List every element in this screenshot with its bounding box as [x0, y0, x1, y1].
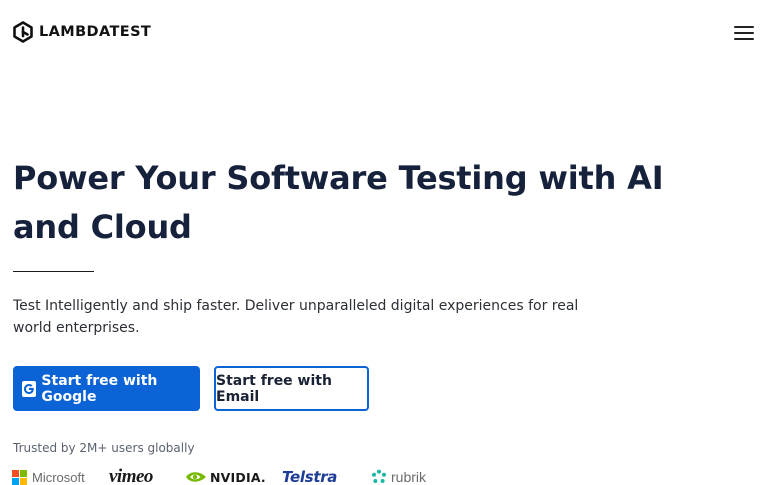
- headline-divider: [13, 271, 94, 272]
- brand-name: LAMBDATEST: [39, 24, 152, 40]
- telstra-logo: Telstra: [282, 468, 338, 485]
- google-button-label: Start free with Google: [41, 372, 158, 405]
- site-header: LAMBDATEST: [0, 0, 768, 64]
- lambdatest-logo-icon: [13, 21, 33, 43]
- lambdatest-logo[interactable]: LAMBDATEST: [12, 21, 151, 43]
- vimeo-logo: vimeo: [109, 466, 153, 485]
- hero-headline: Power Your Software Testing with AI and …: [13, 159, 664, 246]
- nvidia-wordmark: NVIDIA.: [210, 469, 266, 485]
- hero-subtitle: Test Intelligently and ship faster. Deli…: [13, 298, 579, 336]
- rubrik-wordmark: rubrik: [391, 469, 427, 485]
- microsoft-logo: Microsoft: [12, 466, 85, 485]
- google-icon: [22, 380, 37, 397]
- rubrik-logo: rubrik: [371, 466, 426, 485]
- customer-logos: Microsoft vimeo NVIDIA. Telstra rubrik: [12, 466, 452, 485]
- hamburger-menu-icon[interactable]: [734, 24, 756, 42]
- microsoft-icon: [12, 469, 27, 485]
- start-free-google-button[interactable]: Start free with Google: [13, 366, 200, 411]
- email-button-label: Start free with Email: [216, 372, 332, 405]
- trusted-by-text: Trusted by 2M+ users globally: [13, 441, 195, 455]
- microsoft-wordmark: Microsoft: [32, 469, 85, 485]
- rubrik-icon: [372, 469, 386, 483]
- nvidia-logo: NVIDIA.: [185, 466, 266, 485]
- nvidia-eye-icon: [186, 472, 206, 482]
- start-free-email-button[interactable]: Start free with Email: [214, 366, 369, 411]
